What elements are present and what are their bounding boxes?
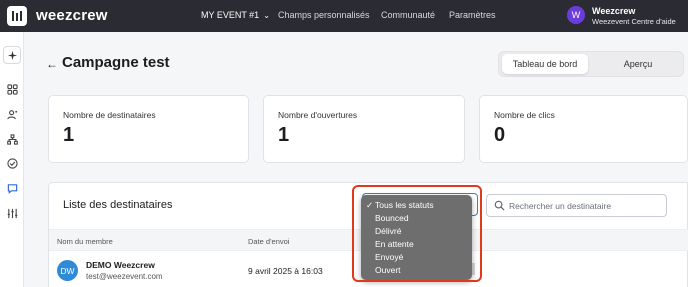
sliders-icon[interactable] [3, 204, 21, 222]
sidebar [0, 32, 24, 287]
sent-date: 9 avril 2025 à 16:03 [248, 266, 323, 276]
users-icon[interactable] [3, 105, 21, 123]
search-input[interactable] [509, 198, 659, 213]
nav-settings[interactable]: Paramètres [449, 10, 496, 20]
member-name: DEMO Weezcrew [86, 260, 155, 270]
user-organization[interactable]: Weezevent Centre d'aide [592, 17, 676, 26]
user-avatar[interactable]: W [567, 6, 585, 24]
event-selector[interactable]: MY EVENT #1 ⌄ [201, 10, 270, 20]
column-header-sent-date[interactable]: Date d'envoi [248, 237, 289, 246]
stat-label: Nombre d'ouvertures [278, 110, 358, 120]
stat-label: Nombre de destinataires [63, 110, 156, 120]
chevron-down-icon: ⌄ [263, 11, 270, 20]
apps-icon[interactable] [3, 80, 21, 98]
stat-value: 1 [63, 124, 75, 146]
stat-value: 1 [278, 124, 290, 146]
tab-preview[interactable]: Aperçu [595, 54, 681, 74]
message-icon[interactable] [3, 179, 21, 197]
back-arrow-icon[interactable]: ← [46, 57, 58, 71]
stat-label: Nombre de clics [494, 110, 555, 120]
weezcrew-logo-icon[interactable] [7, 6, 27, 26]
user-name[interactable]: Weezcrew [592, 6, 635, 16]
brand-name[interactable]: weezcrew [36, 7, 108, 24]
check-circle-icon[interactable] [3, 154, 21, 172]
panel-title: Liste des destinataires [63, 199, 173, 211]
view-switcher: Tableau de bord Aperçu [498, 51, 684, 77]
event-selector-label: MY EVENT #1 [201, 10, 260, 20]
search-field[interactable] [486, 194, 667, 217]
annotation-highlight-box [352, 185, 482, 282]
search-icon [494, 200, 505, 211]
page-title: Campagne test [62, 54, 170, 71]
sparkle-icon[interactable] [3, 46, 21, 64]
member-avatar: DW [57, 260, 78, 281]
stat-card-recipients: Nombre de destinataires 1 [48, 95, 249, 163]
stat-card-opens: Nombre d'ouvertures 1 [263, 95, 465, 163]
stat-card-clicks: Nombre de clics 0 [479, 95, 688, 163]
top-bar: weezcrew MY EVENT #1 ⌄ Champs personnalis… [0, 0, 688, 32]
tab-dashboard[interactable]: Tableau de bord [502, 54, 588, 74]
nav-custom-fields[interactable]: Champs personnalisés [278, 10, 370, 20]
nav-community[interactable]: Communauté [381, 10, 435, 20]
stat-value: 0 [494, 124, 506, 146]
column-header-member[interactable]: Nom du membre [57, 237, 113, 246]
org-chart-icon[interactable] [3, 130, 21, 148]
member-email: test@weezevent.com [86, 272, 163, 281]
